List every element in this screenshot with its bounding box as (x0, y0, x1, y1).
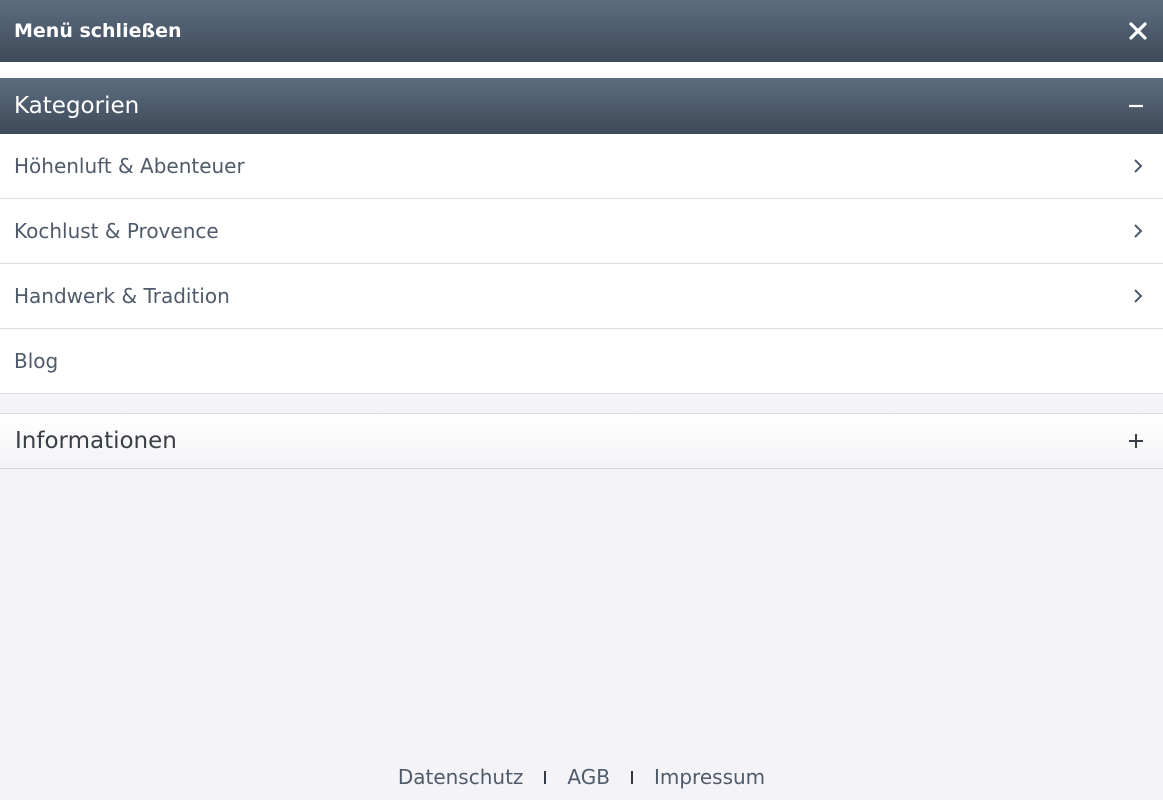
footer-links: Datenschutz AGB Impressum (0, 762, 1163, 792)
imprint-link[interactable]: Impressum (654, 765, 765, 789)
category-item-label: Höhenluft & Abenteuer (14, 154, 245, 178)
categories-title: Kategorien (14, 93, 140, 119)
information-title: Informationen (15, 428, 177, 454)
plus-icon[interactable] (1127, 432, 1145, 450)
menu-topbar[interactable]: Menü schließen (0, 0, 1163, 62)
close-menu-label[interactable]: Menü schließen (14, 20, 182, 42)
menu-spacer (0, 62, 1163, 78)
minus-icon[interactable] (1127, 97, 1145, 115)
category-list: Höhenluft & Abenteuer Kochlust & Provenc… (0, 134, 1163, 394)
categories-section-header[interactable]: Kategorien (0, 78, 1163, 134)
category-item-blog[interactable]: Blog (0, 329, 1163, 394)
information-section-header[interactable]: Informationen (0, 413, 1163, 469)
chevron-right-icon (1131, 156, 1145, 176)
terms-link[interactable]: AGB (567, 765, 610, 789)
category-item-kochlust[interactable]: Kochlust & Provence (0, 199, 1163, 264)
category-item-handwerk[interactable]: Handwerk & Tradition (0, 264, 1163, 329)
category-item-label: Kochlust & Provence (14, 219, 219, 243)
footer-separator (544, 770, 547, 784)
category-item-label: Blog (14, 349, 59, 373)
footer-separator (630, 770, 633, 784)
chevron-right-icon (1131, 221, 1145, 241)
chevron-right-icon (1131, 286, 1145, 306)
category-item-label: Handwerk & Tradition (14, 284, 230, 308)
close-icon[interactable] (1127, 20, 1149, 42)
category-item-hoehenluft[interactable]: Höhenluft & Abenteuer (0, 134, 1163, 199)
privacy-link[interactable]: Datenschutz (398, 765, 524, 789)
